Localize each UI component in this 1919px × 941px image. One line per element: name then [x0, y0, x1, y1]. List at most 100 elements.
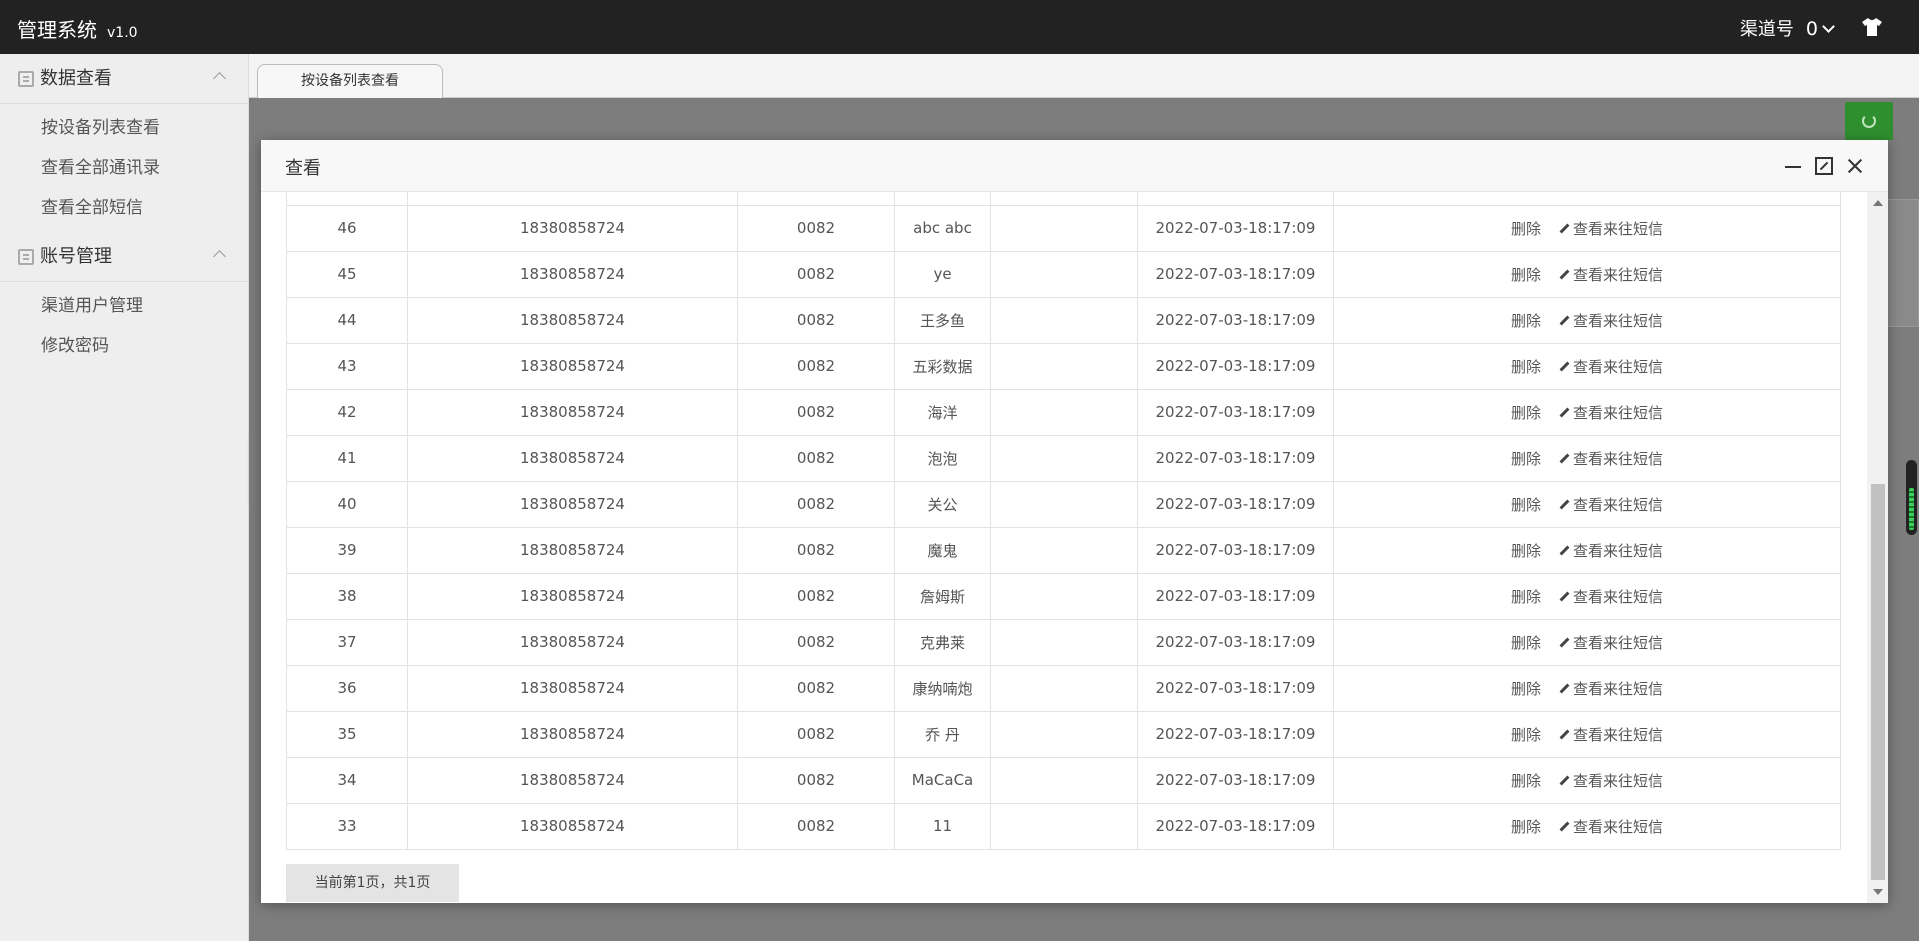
row-time: 2022-07-03-18:17:09 [1137, 296, 1334, 344]
view-sms-link[interactable]: 查看来往短信 [1559, 450, 1663, 468]
delete-link[interactable]: 删除 [1511, 634, 1541, 652]
row-name: 乔 丹 [894, 710, 991, 758]
row-phone: 18380858724 [407, 388, 738, 436]
floating-widget[interactable] [1906, 460, 1917, 535]
minimize-icon[interactable] [1784, 157, 1802, 175]
scroll-up-icon[interactable] [1873, 200, 1883, 206]
row-id: 44 [286, 296, 408, 344]
row-actions: 删除 查看来往短信 [1333, 250, 1841, 298]
pencil-icon [1559, 315, 1570, 325]
view-sms-link[interactable]: 查看来往短信 [1559, 726, 1663, 744]
delete-link[interactable]: 删除 [1511, 772, 1541, 790]
scrollbar[interactable] [1867, 192, 1888, 903]
row-id: 41 [286, 434, 408, 482]
channel-selector[interactable]: 渠道号 0 [1740, 15, 1835, 41]
row-phone: 18380858724 [407, 710, 738, 758]
delete-link[interactable]: 删除 [1511, 588, 1541, 606]
view-sms-link[interactable]: 查看来往短信 [1559, 634, 1663, 652]
row-actions: 删除 查看来往短信 [1333, 572, 1841, 620]
delete-link[interactable]: 删除 [1511, 542, 1541, 560]
view-sms-link[interactable]: 查看来往短信 [1559, 496, 1663, 514]
maximize-icon[interactable] [1815, 157, 1833, 175]
row-id: 33 [286, 802, 408, 850]
view-sms-label: 查看来往短信 [1573, 495, 1664, 514]
delete-link[interactable]: 删除 [1511, 450, 1541, 468]
pencil-icon [1559, 821, 1570, 831]
pencil-icon [1559, 499, 1570, 509]
view-sms-link[interactable]: 查看来往短信 [1559, 358, 1663, 376]
sidebar-item-all-sms[interactable]: 查看全部短信 [0, 188, 248, 228]
table-row: 39 18380858724 0082 魔鬼 2022-07-03-18:17:09 删除… [286, 526, 1841, 574]
sidebar-item-change-password[interactable]: 修改密码 [0, 326, 248, 366]
table-row: 41 18380858724 0082 泡泡 2022-07-03-18:17:09 删除… [286, 434, 1841, 482]
row-code: 0082 [737, 710, 895, 758]
view-sms-label: 查看来往短信 [1573, 541, 1664, 560]
row-code: 0082 [737, 618, 895, 666]
scroll-thumb[interactable] [1871, 484, 1885, 880]
app-brand: 管理系统 v1.0 [17, 14, 138, 43]
row-blank [990, 802, 1138, 850]
view-sms-link[interactable]: 查看来往短信 [1559, 266, 1663, 284]
pencil-icon [1559, 545, 1570, 555]
table-row: 40 18380858724 0082 关公 2022-07-03-18:17:09 删除… [286, 480, 1841, 528]
scroll-down-icon[interactable] [1873, 889, 1883, 895]
view-sms-link[interactable]: 查看来往短信 [1559, 818, 1663, 836]
modal-body[interactable]: 46 18380858724 0082 abc abc 2022-07-03-18:17… [261, 192, 1888, 903]
sidebar: 数据查看 按设备列表查看 查看全部通讯录 查看全部短信 账号管理 渠道用户管理 … [0, 54, 249, 941]
table-row: 34 18380858724 0082 MaCaCa 2022-07-03-18:17:… [286, 756, 1841, 804]
view-sms-link[interactable]: 查看来往短信 [1559, 588, 1663, 606]
view-sms-label: 查看来往短信 [1573, 449, 1664, 468]
row-time: 2022-07-03-18:17:09 [1137, 388, 1334, 436]
view-sms-link[interactable]: 查看来往短信 [1559, 680, 1663, 698]
close-icon[interactable] [1846, 157, 1864, 175]
row-id: 46 [286, 204, 408, 252]
delete-link[interactable]: 删除 [1511, 680, 1541, 698]
delete-link[interactable]: 删除 [1511, 496, 1541, 514]
sidebar-item-channel-users[interactable]: 渠道用户管理 [0, 286, 248, 326]
row-actions: 删除 查看来往短信 [1333, 802, 1841, 850]
delete-link[interactable]: 删除 [1511, 312, 1541, 330]
row-name: abc abc [894, 204, 991, 252]
sidebar-item-all-contacts[interactable]: 查看全部通讯录 [0, 148, 248, 188]
pencil-icon [1559, 223, 1570, 233]
row-blank [990, 250, 1138, 298]
row-id: 34 [286, 756, 408, 804]
pencil-icon [1559, 683, 1570, 693]
tab-device-list[interactable]: 按设备列表查看 [257, 64, 443, 98]
row-time: 2022-07-03-18:17:09 [1137, 526, 1334, 574]
sidebar-item-device-list[interactable]: 按设备列表查看 [0, 108, 248, 148]
delete-link[interactable]: 删除 [1511, 220, 1541, 238]
view-sms-link[interactable]: 查看来往短信 [1559, 542, 1663, 560]
shirt-icon[interactable] [1861, 17, 1883, 37]
view-sms-link[interactable]: 查看来往短信 [1559, 220, 1663, 238]
row-id: 37 [286, 618, 408, 666]
view-sms-link[interactable]: 查看来往短信 [1559, 312, 1663, 330]
view-sms-label: 查看来往短信 [1573, 265, 1664, 284]
view-sms-link[interactable]: 查看来往短信 [1559, 404, 1663, 422]
row-name: 泡泡 [894, 434, 991, 482]
delete-link[interactable]: 删除 [1511, 818, 1541, 836]
sidebar-group-data-view[interactable]: 数据查看 [0, 54, 248, 104]
row-name: 五彩数据 [894, 342, 991, 390]
delete-link[interactable]: 删除 [1511, 266, 1541, 284]
row-id: 40 [286, 480, 408, 528]
row-blank [990, 296, 1138, 344]
row-phone: 18380858724 [407, 618, 738, 666]
row-time: 2022-07-03-18:17:09 [1137, 250, 1334, 298]
row-name: MaCaCa [894, 756, 991, 804]
row-time: 2022-07-03-18:17:09 [1137, 480, 1334, 528]
sidebar-group-account[interactable]: 账号管理 [0, 232, 248, 282]
delete-link[interactable]: 删除 [1511, 358, 1541, 376]
row-name: 11 [894, 802, 991, 850]
row-code: 0082 [737, 388, 895, 436]
delete-link[interactable]: 删除 [1511, 726, 1541, 744]
refresh-button[interactable] [1845, 102, 1893, 140]
view-sms-label: 查看来往短信 [1573, 633, 1664, 652]
view-sms-link[interactable]: 查看来往短信 [1559, 772, 1663, 790]
delete-link[interactable]: 删除 [1511, 404, 1541, 422]
table-row [286, 192, 1841, 206]
row-time: 2022-07-03-18:17:09 [1137, 802, 1334, 850]
table-row: 46 18380858724 0082 abc abc 2022-07-03-18:17… [286, 204, 1841, 252]
book-icon [18, 249, 34, 265]
row-phone: 18380858724 [407, 480, 738, 528]
